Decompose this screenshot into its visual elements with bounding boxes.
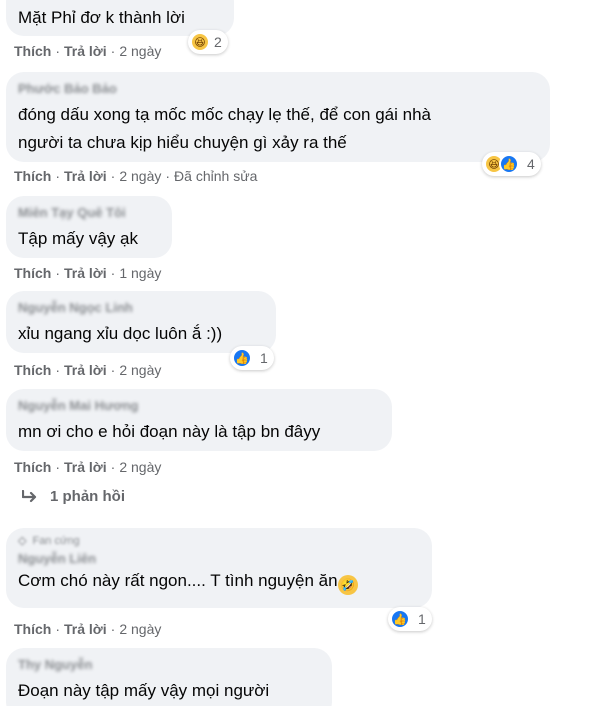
- comment-author[interactable]: Phước Bảo Bảo: [18, 80, 538, 97]
- diamond-icon: ◇: [18, 535, 27, 547]
- comment: Nguyễn Mai Hương mn ơi cho e hỏi đoạn nà…: [6, 389, 392, 451]
- like-emoji-icon: 👍: [390, 609, 410, 629]
- edited-label: Đã chỉnh sửa: [174, 168, 258, 184]
- comment-actions: Thích · Trả lời · 2 ngày: [14, 621, 162, 637]
- comment-actions: Thích · Trả lời · 1 ngày: [14, 265, 162, 281]
- timestamp[interactable]: 2 ngày: [119, 621, 161, 637]
- comment: ◇ Fan cứng Nguyễn Liên Cơm chó này rất n…: [6, 528, 432, 608]
- comment-bubble: Thy Nguyễn Đoạn này tập mấy vậy mọi ngườ…: [6, 648, 332, 706]
- like-link[interactable]: Thích: [14, 265, 51, 281]
- reaction-count: 2: [214, 34, 222, 50]
- comment-actions: Thích · Trả lời · 2 ngày: [14, 459, 162, 475]
- comment: Miên Tạy Quê Tôi Tập mấy vậy ạk: [6, 196, 172, 258]
- like-link[interactable]: Thích: [14, 621, 51, 637]
- comment-bubble: Miên Tạy Quê Tôi Tập mấy vậy ạk: [6, 196, 172, 258]
- reply-link[interactable]: Trả lời: [64, 459, 107, 475]
- like-emoji-icon: 👍: [232, 348, 252, 368]
- comment-text-line: người ta chưa kịp hiểu chuyện gì xảy ra …: [18, 133, 347, 152]
- reaction-count: 1: [418, 611, 426, 627]
- comment-bubble: Nguyễn Ngọc Linh xỉu ngang xỉu dọc luôn …: [6, 291, 276, 353]
- replies-label: 1 phản hồi: [50, 488, 125, 505]
- comment: Phước Bảo Bảo đóng dấu xong tạ mốc mốc c…: [6, 72, 550, 162]
- reply-link[interactable]: Trả lời: [64, 43, 107, 59]
- comment-text: Cơm chó này rất ngon.... T tình nguyện ă…: [18, 569, 420, 595]
- comment-text-content: Cơm chó này rất ngon.... T tình nguyện ă…: [18, 571, 338, 590]
- comment: Nguyễn Ngọc Linh xỉu ngang xỉu dọc luôn …: [6, 291, 276, 353]
- comment-text: Tập mấy vậy ạk: [18, 229, 138, 248]
- comment-actions: Thích · Trả lời · 2 ngày: [14, 362, 162, 378]
- haha-emoji-icon: 😆: [190, 32, 210, 52]
- fan-badge: ◇ Fan cứng: [18, 534, 420, 548]
- comment-actions: Thích · Trả lời · 2 ngày · Đã chỉnh sửa: [14, 168, 258, 184]
- timestamp[interactable]: 2 ngày: [119, 43, 161, 59]
- comment-author[interactable]: Nguyễn Liên: [18, 550, 420, 567]
- like-link[interactable]: Thích: [14, 459, 51, 475]
- reply-link[interactable]: Trả lời: [64, 621, 107, 637]
- timestamp[interactable]: 2 ngày: [119, 362, 161, 378]
- comment-author[interactable]: Nguyễn Mai Hương: [18, 397, 380, 414]
- comment-text-line: đóng dấu xong tạ mốc mốc chạy lẹ thế, để…: [18, 105, 431, 124]
- comment-text: mn ơi cho e hỏi đoạn này là tập bn đâyy: [18, 422, 321, 441]
- comment-bubble: Phước Bảo Bảo đóng dấu xong tạ mốc mốc c…: [6, 72, 550, 162]
- reaction-summary[interactable]: 👍 1: [230, 346, 274, 370]
- reply-link[interactable]: Trả lời: [64, 362, 107, 378]
- comment-text: xỉu ngang xỉu dọc luôn ắ :)): [18, 324, 223, 343]
- rofl-emoji-icon: 🤣: [337, 575, 358, 595]
- reaction-summary[interactable]: 👍 1: [388, 607, 432, 631]
- view-replies-link[interactable]: 1 phản hồi: [22, 488, 125, 505]
- timestamp[interactable]: 2 ngày: [119, 168, 161, 184]
- comment-bubble: Nguyễn Mai Hương mn ơi cho e hỏi đoạn nà…: [6, 389, 392, 451]
- timestamp[interactable]: 2 ngày: [119, 459, 161, 475]
- comment-text: Đoạn này tập mấy vậy mọi người: [18, 681, 270, 700]
- like-link[interactable]: Thích: [14, 168, 51, 184]
- comment-actions: Thích · Trả lời · 2 ngày: [14, 43, 162, 59]
- comment-author[interactable]: Miên Tạy Quê Tôi: [18, 204, 160, 221]
- reaction-summary[interactable]: 😆 👍 4: [482, 152, 541, 176]
- reply-link[interactable]: Trả lời: [64, 265, 107, 281]
- reaction-summary[interactable]: 😆 2: [188, 30, 228, 54]
- reaction-count: 1: [260, 350, 268, 366]
- like-link[interactable]: Thích: [14, 362, 51, 378]
- comment-author[interactable]: Nguyễn Ngọc Linh: [18, 299, 264, 316]
- badge-label: Fan cứng: [32, 535, 80, 547]
- comment-text: Mặt Phỉ đơ k thành lời: [18, 8, 185, 27]
- reaction-count: 4: [527, 156, 535, 172]
- like-link[interactable]: Thích: [14, 43, 51, 59]
- reply-link[interactable]: Trả lời: [64, 168, 107, 184]
- timestamp[interactable]: 1 ngày: [119, 265, 161, 281]
- reply-arrow-icon: [22, 489, 37, 502]
- comment: Thy Nguyễn Đoạn này tập mấy vậy mọi ngườ…: [6, 648, 332, 706]
- comment-bubble: ◇ Fan cứng Nguyễn Liên Cơm chó này rất n…: [6, 528, 432, 608]
- comment-author[interactable]: Thy Nguyễn: [18, 656, 320, 673]
- like-emoji-icon: 👍: [499, 154, 519, 174]
